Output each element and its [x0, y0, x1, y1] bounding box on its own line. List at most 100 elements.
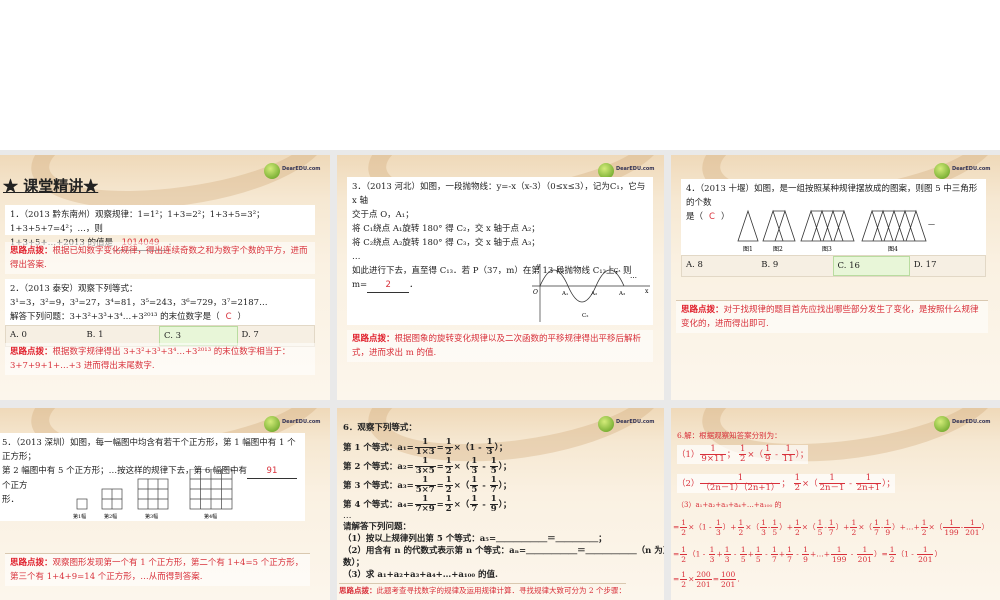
- math-text: -: [846, 479, 855, 489]
- math-text: （2）: [677, 479, 700, 489]
- math-text: ）；: [498, 481, 512, 491]
- ellipsis: …: [630, 272, 637, 280]
- math-text: ）: [981, 522, 990, 532]
- denominator: 9: [803, 555, 808, 564]
- fraction: 12: [680, 570, 688, 589]
- question-title: 6．观察下列等式：: [343, 423, 417, 433]
- fraction: 1 199: [943, 518, 960, 537]
- option-d[interactable]: D. 17: [910, 256, 985, 276]
- punct: ．: [409, 280, 418, 290]
- math-text: ）+: [722, 522, 737, 532]
- fraction: 1 11: [781, 445, 795, 464]
- math-text: =: [712, 574, 719, 584]
- numerator: 1: [760, 518, 767, 528]
- math-text: =: [673, 549, 680, 559]
- fraction: 12: [850, 518, 858, 537]
- denominator: 5: [817, 528, 823, 537]
- math-text: ×（: [453, 481, 470, 491]
- solution-line-5: = 1 2 （1 - 1 3 +1 3 - 1 5 +1 5 - 1 7 +1 7 - 1 9 +…+ 1 19…: [673, 545, 942, 564]
- fraction: 15: [771, 518, 779, 537]
- fig-label: 第3幅: [145, 513, 158, 520]
- fraction: 1 2n+1: [855, 474, 882, 493]
- sub-question-1: （1）按以上规律列出第 5 个等式：a₅=＿＿＿＿＿＿＝＿＿＿＿＿；: [343, 534, 607, 544]
- solution-line-2: （2） 1 （2n－1）（2n+1）； 1 2 ×（ 1 2n－1 - 1 2n+1）；: [677, 474, 895, 493]
- fig-label: 图3: [822, 246, 832, 253]
- fraction: 13: [485, 438, 494, 457]
- math-text: ×（: [802, 479, 818, 489]
- fraction: 12: [680, 518, 688, 537]
- point-a2: A₂: [590, 291, 597, 297]
- fraction: 13: [723, 545, 731, 564]
- denominator: 7: [874, 528, 879, 537]
- question-text: 3．（2013 河北）如图，一段抛物线：y=-x（x-3）（0≤x≤3），记为C…: [352, 182, 646, 206]
- dearedu-logo: DearEDU.com: [934, 416, 991, 432]
- options-row: A. 8 B. 9 C. 16 D. 17: [681, 255, 986, 277]
- denominator: 2: [794, 483, 801, 493]
- math-text: （1 -: [896, 549, 917, 559]
- slide-thumbnail-3[interactable]: DearEDU.com 4．（2013 十堰）如图，是一组按照某种规律摆放成的图…: [671, 155, 1000, 400]
- math-text: =: [673, 522, 680, 532]
- fraction: 17: [786, 545, 793, 564]
- question-text: 交于点 O，A₁；: [352, 210, 414, 220]
- fraction: 1 2n－1: [818, 474, 846, 493]
- slide-thumbnail-4[interactable]: DearEDU.com 5．（2013 深圳）如图，每一幅图中均含有若干个正方形…: [0, 408, 330, 600]
- slide-thumbnail-5[interactable]: DearEDU.com 6．观察下列等式： 第 1 个等式：a₁= 1 1×3 = 1 2…: [337, 408, 664, 600]
- fraction: 17: [827, 518, 835, 537]
- slide-thumbnail-6[interactable]: DearEDU.com 6.解：根据观察知答案分别为： （1） 1 9×11； 12…: [671, 408, 1000, 600]
- fraction: 12: [794, 518, 801, 537]
- hint-label: 思路点拨：: [10, 558, 53, 568]
- slide-thumbnail-1[interactable]: DearEDU.com ★ 课堂精讲★ 1．（2013 黔东南州）观察规律：1=…: [0, 155, 330, 400]
- fraction: 13: [470, 457, 479, 476]
- curve-c3: C₃: [614, 268, 620, 274]
- point-a3: A₃: [618, 291, 625, 297]
- math-text: ×（: [745, 522, 760, 532]
- numerator: 1: [754, 545, 762, 555]
- denominator: 2n+1: [856, 483, 881, 493]
- math-text: ）=: [874, 549, 888, 559]
- numerator: 1: [888, 545, 896, 555]
- slide-thumbnail-2[interactable]: DearEDU.com 3．（2013 河北）如图，一段抛物线：y=-x（x-3…: [337, 155, 664, 400]
- hint-label: 思路点拨：: [10, 246, 53, 256]
- denominator: 9: [765, 454, 771, 464]
- math-text: ×（: [801, 522, 816, 532]
- numerator: 1: [714, 518, 722, 528]
- question-2: 2．（2013 泰安）观察下列等式： 3¹=3，3²=9，3³=27，3⁴=81…: [5, 279, 315, 325]
- option-c-selected[interactable]: C. 16: [832, 256, 910, 276]
- answer: C: [709, 212, 715, 222]
- math-text: +…+: [809, 549, 831, 559]
- math-text: ）；: [498, 462, 512, 472]
- numerator: 1: [827, 518, 835, 528]
- numerator: 1: [884, 518, 892, 528]
- numerator: 1: [680, 545, 688, 555]
- fraction: 17: [470, 495, 479, 514]
- denominator: 7: [828, 528, 834, 537]
- fraction: 15: [816, 518, 824, 537]
- hint-4: 思路点拨：对于找规律的题目首先应找出哪些部分发生了变化，是按照什么规律变化的，进…: [676, 300, 988, 333]
- equation-3: 第 3 个等式：a₃= 1 5×7 = 1 2 ×（ 1 5 - 1 7）；: [343, 476, 511, 495]
- option-b[interactable]: B. 9: [757, 256, 832, 276]
- denominator: 7×9: [415, 504, 435, 514]
- math-text: =: [673, 574, 680, 584]
- math-text: =: [436, 481, 444, 491]
- solution-line-6: = 1 2 × 200 201 = 100 201.: [673, 570, 740, 589]
- fraction: 12: [444, 438, 453, 457]
- numerator: 1: [964, 518, 981, 528]
- math-text: ）；: [498, 500, 512, 510]
- math-text: ）；: [795, 450, 809, 460]
- fraction: 1 3×5: [414, 457, 436, 476]
- question-text: 是（: [686, 212, 704, 222]
- denominator: 2: [921, 528, 927, 537]
- option-a[interactable]: A. 8: [682, 256, 757, 276]
- math-text: （1 -: [688, 549, 708, 559]
- fraction: 13: [714, 518, 722, 537]
- denominator: 9×11: [701, 454, 725, 464]
- hint-text: 观察图形发现第一个有 1 个正方形，第二个有 1+4=5 个正方形，第三个有 1…: [10, 558, 304, 582]
- question-text: 1．（2013 黔东南州）观察规律：1=1²；1+3=2²；1+3+5=3²；1…: [10, 210, 265, 234]
- question-text: 解答下列问题：3+3²+3³+3⁴…+3²⁰¹³ 的末位数字是（: [10, 312, 220, 322]
- math-text: -: [824, 522, 827, 532]
- denominator: 201: [721, 580, 736, 589]
- math-text: -: [479, 462, 489, 472]
- fraction: 12: [737, 518, 745, 537]
- question-prompt: 请解答下列问题：: [343, 522, 412, 532]
- fraction: 12: [444, 495, 453, 514]
